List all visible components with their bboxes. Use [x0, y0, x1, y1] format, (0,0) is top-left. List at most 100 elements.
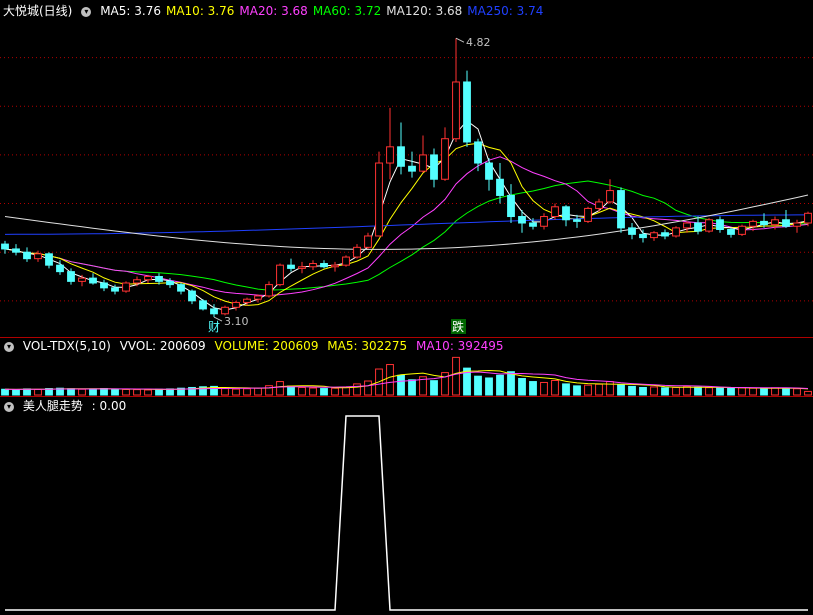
candle-up [298, 266, 306, 269]
volume-bar-up [265, 385, 273, 396]
volume-bar-up [298, 386, 306, 396]
candle-down [617, 190, 625, 229]
candle-up [804, 212, 812, 224]
volume-bar-up [232, 388, 240, 396]
volume-bar-up [254, 387, 262, 396]
candle-down [661, 232, 669, 237]
candle-down [485, 162, 493, 180]
candle-down [166, 280, 174, 286]
ma-legend-item: MA250: 3.74 [467, 4, 544, 18]
candle-up [364, 235, 372, 248]
candle-up [254, 295, 262, 300]
volume-bar-up [452, 356, 460, 396]
candle-up [419, 154, 427, 172]
candle-down [45, 253, 53, 266]
event-marker-die: 跌 [452, 319, 464, 334]
candle-down [562, 206, 570, 221]
volume-bar-up [540, 381, 548, 396]
volume-bar-down [661, 387, 669, 396]
volume-bar-down [155, 388, 163, 396]
volume-bar-up [551, 379, 559, 396]
low-price-label: 3.10 [224, 315, 249, 328]
volume-bar-up [738, 387, 746, 396]
volume-bar-up [749, 387, 757, 396]
candle-up [375, 162, 383, 237]
volume-bar-up [34, 388, 42, 396]
volume-bar-up [122, 388, 130, 396]
candle-up [551, 206, 559, 218]
candle-up [133, 279, 141, 284]
volume-bar-down [67, 388, 75, 396]
volume-bar-down [12, 389, 20, 396]
volume-bar-down [320, 388, 328, 396]
volume-bar-down [562, 383, 570, 396]
candle-up [122, 282, 130, 292]
candle-down [287, 264, 295, 269]
dropdown-icon[interactable]: ▾ [81, 6, 92, 17]
candle-down [529, 222, 537, 227]
volume-bar-down [430, 380, 438, 396]
candle-down [628, 227, 636, 235]
vvol-value: VVOL: 200609 [119, 339, 206, 353]
volume-bar-up [804, 390, 812, 396]
volume-bar-down [727, 387, 735, 396]
candle-up [331, 264, 339, 268]
volume-bar-down [507, 371, 515, 396]
candle-down [188, 290, 196, 302]
volume-bar-down [1, 388, 9, 396]
volume-bar-down [408, 379, 416, 396]
candle-up [606, 190, 614, 203]
volume-bar-up [793, 388, 801, 396]
candle-down [210, 308, 218, 315]
volume-bar-up [243, 388, 251, 396]
volume-bar-up [133, 389, 141, 396]
volume-bar-down [287, 385, 295, 396]
volume-bar-down [529, 381, 537, 396]
candle-up [265, 284, 273, 297]
candle-up [276, 264, 284, 286]
ma-legend-item: MA120: 3.68 [386, 4, 463, 18]
volume-panel-title: VOL-TDX(5,10) [22, 339, 111, 353]
candle-up [221, 306, 229, 315]
candle-down [177, 284, 185, 292]
volume-bar-down [760, 388, 768, 396]
candle-up [749, 220, 757, 227]
volume-bar-down [694, 386, 702, 396]
candle-down [727, 228, 735, 235]
candle-down [23, 251, 31, 260]
volume-bar-down [518, 378, 526, 396]
indicator-line [5, 415, 808, 611]
candle-down [474, 141, 482, 164]
dropdown-icon[interactable]: ▾ [4, 401, 14, 412]
volume-bar-up [705, 387, 713, 396]
volume-bar-up [144, 389, 152, 396]
ma-legend-item: MA10: 3.76 [165, 4, 235, 18]
candle-down [573, 219, 581, 222]
candle-up [78, 277, 86, 282]
volume-legend: ▾ VOL-TDX(5,10) VVOL: 200609 VOLUME: 200… [0, 337, 508, 355]
volume-bar-down [617, 384, 625, 396]
chart-canvas: 4.82 3.10 财 跌 [0, 36, 813, 611]
candle-up [34, 253, 42, 260]
candle-up [584, 207, 592, 222]
volume-bar-up [386, 364, 394, 396]
candle-up [144, 276, 152, 281]
candle-down [430, 154, 438, 180]
candle-down [507, 194, 515, 218]
volume-bar-up [584, 384, 592, 396]
volume-bar-up [276, 381, 284, 396]
candle-down [199, 300, 207, 310]
volume-bar-up [353, 383, 361, 396]
candle-down [463, 81, 471, 143]
dropdown-icon[interactable]: ▾ [4, 341, 14, 352]
event-marker-cai: 财 [208, 320, 220, 334]
candle-down [56, 264, 64, 273]
volume-bar-down [89, 388, 97, 396]
candle-up [342, 256, 350, 266]
candle-down [782, 219, 790, 227]
volume-bar-up [771, 387, 779, 396]
ma-legend-item: MA20: 3.68 [239, 4, 308, 18]
candle-down [89, 277, 97, 284]
volume-bar-up [221, 388, 229, 396]
candle-up [683, 222, 691, 229]
